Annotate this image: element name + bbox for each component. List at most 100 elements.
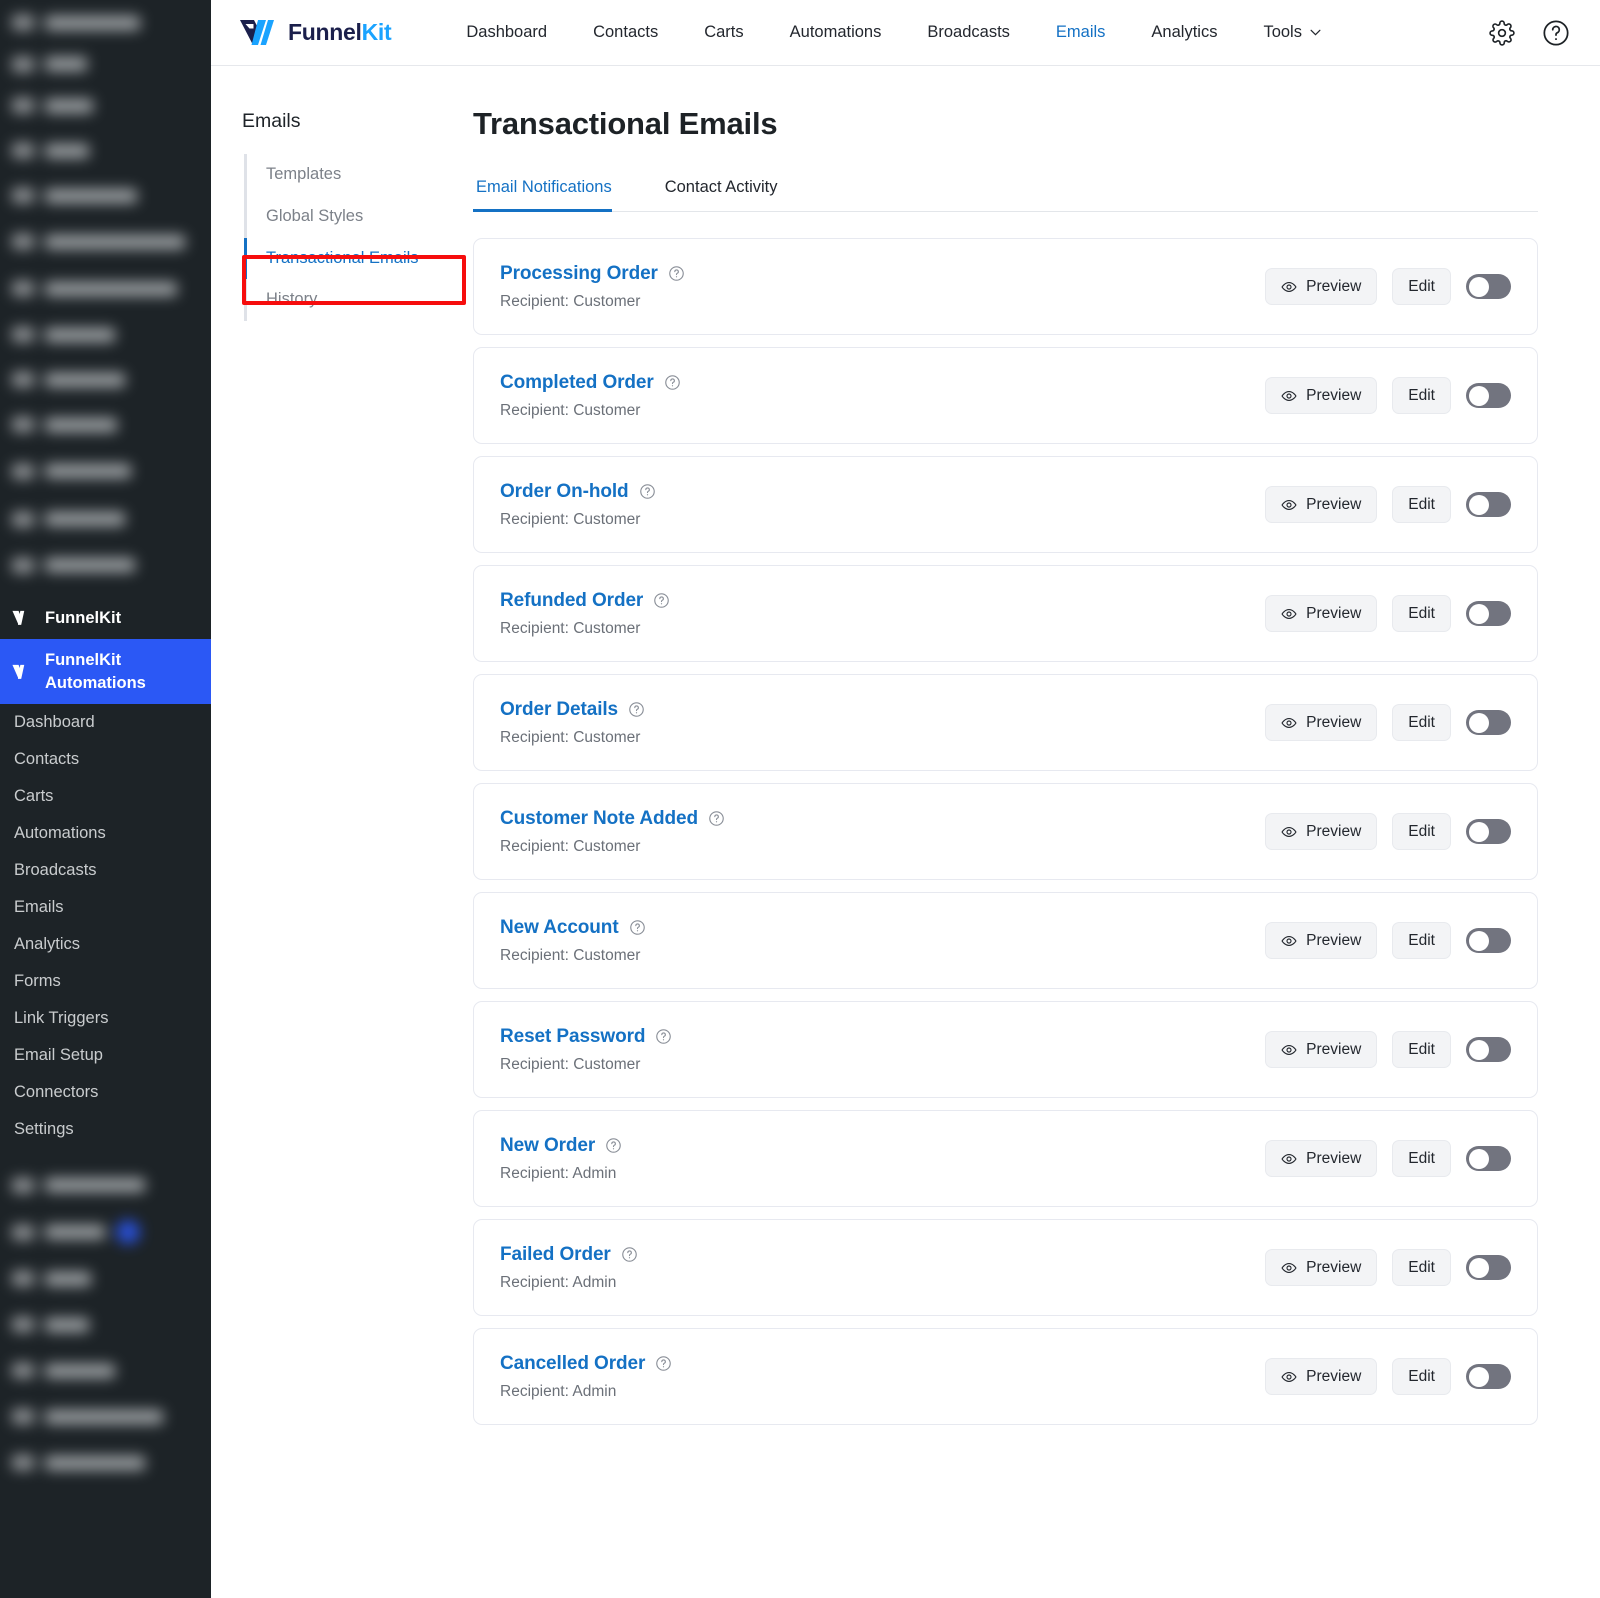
edit-button[interactable]: Edit (1392, 922, 1451, 959)
preview-button[interactable]: Preview (1265, 704, 1378, 741)
nav-analytics[interactable]: Analytics (1128, 23, 1240, 42)
enable-toggle[interactable] (1466, 1255, 1511, 1280)
help-circle-icon[interactable] (655, 1355, 672, 1372)
help-circle-icon[interactable] (639, 483, 656, 500)
subnav-item-templates[interactable]: Templates (247, 154, 473, 196)
enable-toggle[interactable] (1466, 1364, 1511, 1389)
nav-emails[interactable]: Emails (1033, 23, 1129, 42)
eye-icon (1281, 1153, 1297, 1164)
preview-button[interactable]: Preview (1265, 1249, 1378, 1286)
funnelkit-logo[interactable]: FunnelKit (239, 18, 392, 48)
preview-button[interactable]: Preview (1265, 1031, 1378, 1068)
email-card: Processing Order Recipient: Customer Previ… (473, 238, 1538, 335)
preview-button[interactable]: Preview (1265, 1358, 1378, 1395)
preview-button[interactable]: Preview (1265, 813, 1378, 850)
sidebar-item-automations[interactable]: Automations (0, 815, 211, 852)
main-panel: Transactional Emails Email Notifications… (473, 66, 1600, 1598)
sidebar-item-settings[interactable]: Settings (0, 1111, 211, 1148)
email-card-title[interactable]: Order On-hold (500, 481, 629, 503)
toggle-knob (1469, 1257, 1489, 1278)
sidebar-item-analytics[interactable]: Analytics (0, 926, 211, 963)
help-circle-icon[interactable] (708, 810, 725, 827)
sidebar-item-broadcasts[interactable]: Broadcasts (0, 852, 211, 889)
edit-button[interactable]: Edit (1392, 1249, 1451, 1286)
help-circle-icon[interactable] (655, 1028, 672, 1045)
edit-button[interactable]: Edit (1392, 704, 1451, 741)
subnav-item-history[interactable]: History (247, 279, 473, 321)
nav-tools[interactable]: Tools (1240, 23, 1344, 42)
gear-icon[interactable] (1488, 19, 1516, 47)
subnav-item-transactional-emails[interactable]: Transactional Emails (244, 237, 473, 280)
edit-button[interactable]: Edit (1392, 1031, 1451, 1068)
email-card-title-row: Completed Order (500, 372, 1265, 394)
edit-button-label: Edit (1408, 386, 1435, 404)
sidebar-item-forms[interactable]: Forms (0, 963, 211, 1000)
email-card-title[interactable]: Failed Order (500, 1244, 611, 1266)
enable-toggle[interactable] (1466, 1146, 1511, 1171)
nav-dashboard[interactable]: Dashboard (443, 23, 570, 42)
help-circle-icon[interactable] (664, 374, 681, 391)
email-card-title[interactable]: Completed Order (500, 372, 654, 394)
email-card-title[interactable]: Reset Password (500, 1026, 645, 1048)
enable-toggle[interactable] (1466, 928, 1511, 953)
help-circle-icon[interactable] (621, 1246, 638, 1263)
preview-button[interactable]: Preview (1265, 377, 1378, 414)
sidebar-item-connectors[interactable]: Connectors (0, 1074, 211, 1111)
edit-button[interactable]: Edit (1392, 813, 1451, 850)
preview-button-label: Preview (1306, 386, 1362, 404)
toggle-knob (1469, 821, 1489, 842)
help-circle-icon[interactable] (628, 701, 645, 718)
email-card-title[interactable]: New Order (500, 1135, 595, 1157)
logo-text-funnel: Funnel (288, 19, 362, 45)
help-circle-icon[interactable] (668, 265, 685, 282)
sidebar-item-link-triggers[interactable]: Link Triggers (0, 1000, 211, 1037)
enable-toggle[interactable] (1466, 601, 1511, 626)
email-card-title[interactable]: Cancelled Order (500, 1353, 645, 1375)
edit-button[interactable]: Edit (1392, 268, 1451, 305)
tab-email-notifications[interactable]: Email Notifications (473, 178, 629, 212)
email-card-title[interactable]: Refunded Order (500, 590, 643, 612)
edit-button[interactable]: Edit (1392, 486, 1451, 523)
sidebar-item-contacts[interactable]: Contacts (0, 741, 211, 778)
nav-automations[interactable]: Automations (767, 23, 905, 42)
preview-button[interactable]: Preview (1265, 486, 1378, 523)
tab-contact-activity[interactable]: Contact Activity (662, 178, 795, 211)
preview-button[interactable]: Preview (1265, 268, 1378, 305)
subnav-item-global-styles[interactable]: Global Styles (247, 196, 473, 238)
email-card-recipient: Recipient: Customer (500, 728, 641, 746)
help-circle-icon[interactable] (653, 592, 670, 609)
preview-button[interactable]: Preview (1265, 922, 1378, 959)
help-circle-icon[interactable] (629, 919, 646, 936)
sidebar-item-emails[interactable]: Emails (0, 889, 211, 926)
enable-toggle[interactable] (1466, 710, 1511, 735)
preview-button[interactable]: Preview (1265, 1140, 1378, 1177)
content-area: Emails Templates Global Styles Transacti… (211, 66, 1600, 1598)
edit-button[interactable]: Edit (1392, 595, 1451, 632)
nav-contacts[interactable]: Contacts (570, 23, 681, 42)
nav-broadcasts[interactable]: Broadcasts (904, 23, 1033, 42)
email-card-title[interactable]: Order Details (500, 699, 618, 721)
sidebar-item-dashboard[interactable]: Dashboard (0, 704, 211, 741)
edit-button[interactable]: Edit (1392, 1358, 1451, 1395)
enable-toggle[interactable] (1466, 492, 1511, 517)
question-circle-icon[interactable] (1542, 19, 1570, 47)
email-card-actions: Preview Edit (1265, 377, 1511, 414)
email-card-title[interactable]: Processing Order (500, 263, 658, 285)
help-circle-icon[interactable] (605, 1137, 622, 1154)
sidebar-item-funnelkit[interactable]: FunnelKit (0, 597, 211, 639)
sidebar-item-email-setup[interactable]: Email Setup (0, 1037, 211, 1074)
edit-button-label: Edit (1408, 1149, 1435, 1167)
preview-button[interactable]: Preview (1265, 595, 1378, 632)
enable-toggle[interactable] (1466, 383, 1511, 408)
edit-button[interactable]: Edit (1392, 1140, 1451, 1177)
enable-toggle[interactable] (1466, 819, 1511, 844)
nav-carts[interactable]: Carts (681, 23, 766, 42)
email-card-title[interactable]: New Account (500, 917, 619, 939)
sidebar-item-carts[interactable]: Carts (0, 778, 211, 815)
preview-button-label: Preview (1306, 1040, 1362, 1058)
enable-toggle[interactable] (1466, 274, 1511, 299)
edit-button[interactable]: Edit (1392, 377, 1451, 414)
sidebar-item-funnelkit-automations[interactable]: FunnelKit Automations (0, 639, 211, 704)
email-card-title[interactable]: Customer Note Added (500, 808, 698, 830)
enable-toggle[interactable] (1466, 1037, 1511, 1062)
